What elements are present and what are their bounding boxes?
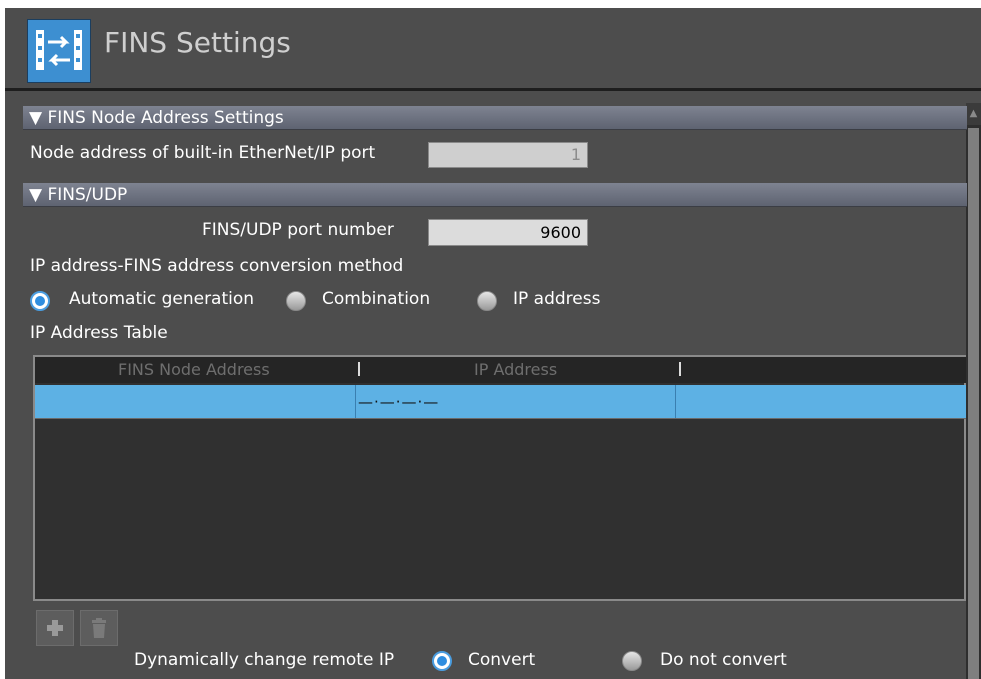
cell-ip-address[interactable]: —·—·—·— xyxy=(358,393,439,411)
page-title: FINS Settings xyxy=(104,26,291,59)
row-border xyxy=(35,418,966,419)
trash-icon xyxy=(92,618,106,638)
plus-icon xyxy=(47,620,63,636)
scroll-up-arrow-icon[interactable]: ▲ xyxy=(966,103,981,125)
radio-label-convert[interactable]: Convert xyxy=(468,650,535,670)
ip-address-table-label: IP Address Table xyxy=(30,323,168,343)
cell-fins-node-address[interactable] xyxy=(37,394,353,410)
cell-divider xyxy=(355,385,356,418)
section-header-fins-udp[interactable]: ▼ FINS/UDP xyxy=(23,183,967,207)
title-divider xyxy=(5,88,981,91)
radio-label-ip-address[interactable]: IP address xyxy=(513,289,600,309)
dynamic-remote-ip-label: Dynamically change remote IP xyxy=(134,650,395,670)
radio-label-combination[interactable]: Combination xyxy=(322,289,430,309)
column-header-ip-address[interactable]: IP Address xyxy=(474,360,557,379)
column-resize-handle[interactable] xyxy=(358,362,360,376)
scrollbar-thumb[interactable] xyxy=(968,128,979,679)
radio-label-do-not-convert[interactable]: Do not convert xyxy=(660,650,787,670)
port-number-input[interactable]: 9600 xyxy=(428,219,588,246)
port-number-label: FINS/UDP port number xyxy=(202,220,394,240)
node-address-field: 1 xyxy=(428,142,588,168)
radio-convert[interactable] xyxy=(432,651,452,671)
radio-combination[interactable] xyxy=(286,291,306,311)
cell-divider xyxy=(675,385,676,418)
node-address-label: Node address of built-in EtherNet/IP por… xyxy=(30,143,376,163)
section-header-node-address[interactable]: ▼ FINS Node Address Settings xyxy=(23,106,967,130)
column-header-fins-node-address[interactable]: FINS Node Address xyxy=(118,360,270,379)
column-resize-handle[interactable] xyxy=(679,362,681,376)
add-row-button[interactable] xyxy=(36,610,74,646)
conversion-method-label: IP address-FINS address conversion metho… xyxy=(30,256,404,276)
radio-automatic-generation[interactable] xyxy=(30,291,50,311)
radio-do-not-convert[interactable] xyxy=(622,651,642,671)
radio-ip-address[interactable] xyxy=(477,291,497,311)
delete-row-button[interactable] xyxy=(80,610,118,646)
fins-settings-icon xyxy=(27,19,91,83)
radio-label-automatic-generation[interactable]: Automatic generation xyxy=(69,289,254,309)
